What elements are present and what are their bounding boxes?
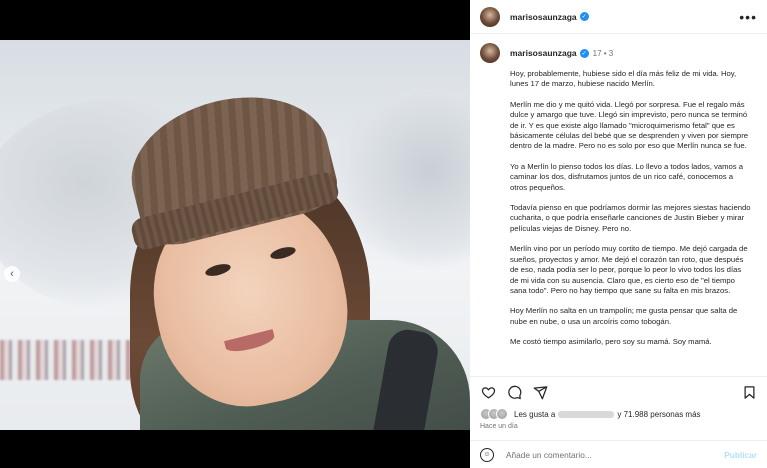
chevron-left-icon[interactable]: ‹	[4, 266, 20, 282]
post-time-ago[interactable]: Hace un día	[480, 423, 518, 430]
likes-count[interactable]: y 71.988 personas más	[617, 410, 700, 419]
caption-age: 17 • 3	[592, 48, 614, 58]
heart-icon[interactable]	[480, 385, 496, 401]
verified-badge-icon: ✓	[579, 48, 589, 58]
more-options-icon[interactable]: •••	[739, 10, 757, 24]
blurred-username	[558, 410, 615, 418]
comment-input[interactable]	[506, 449, 725, 460]
emoji-icon[interactable]: ☺	[480, 447, 494, 462]
liker-avatars	[480, 408, 508, 420]
caption-paragraph: Merlín vino por un período muy cortito d…	[510, 244, 748, 295]
caption-header: marisosaunzaga ✓ 17 • 3	[480, 43, 757, 63]
avatar[interactable]	[480, 6, 500, 27]
comment-box: ☺ Publicar	[470, 440, 767, 468]
likes-summary[interactable]: Les gusta a y 71.988 personas más	[480, 408, 701, 420]
comment-icon[interactable]	[506, 385, 522, 401]
likes-prefix: Les gusta a	[514, 409, 556, 419]
share-icon[interactable]	[532, 385, 548, 401]
verified-badge-icon: ✓	[579, 12, 589, 21]
caption-paragraph: Merlín me dio y me quitó vida. Llegó por…	[510, 99, 749, 151]
avatar[interactable]	[480, 43, 500, 63]
post-header: marisosaunzaga ✓ •••	[470, 0, 767, 34]
caption-paragraph: Todavía pienso en que podríamos dormir l…	[510, 203, 751, 233]
post-actions	[470, 376, 767, 408]
post-photo[interactable]: ‹	[0, 40, 470, 430]
author-username[interactable]: marisosaunzaga	[510, 12, 577, 22]
photo-subject	[110, 77, 470, 430]
caption-paragraph: Me costó tiempo asimilarlo, pero soy su …	[510, 337, 712, 347]
post-side-panel: marisosaunzaga ✓ ••• marisosaunzaga ✓ 17…	[470, 0, 767, 468]
caption-paragraph: Yo a Merlín lo pienso todos los días. Lo…	[510, 161, 744, 192]
caption-paragraph: Hoy, probablemente, hubiese sido el día …	[510, 69, 737, 89]
publish-button[interactable]: Publicar	[724, 450, 757, 460]
bookmark-icon[interactable]	[741, 385, 757, 401]
avatar	[496, 408, 508, 420]
media-pane: ‹	[0, 0, 470, 468]
caption-text: Hoy, probablemente, hubiese sido el día …	[480, 69, 757, 348]
caption-paragraph: Hoy Merlín no salta en un trampolín; me …	[510, 306, 738, 326]
caption-username[interactable]: marisosaunzaga	[510, 48, 577, 58]
caption-area: marisosaunzaga ✓ 17 • 3 Hoy, probablemen…	[470, 34, 767, 374]
